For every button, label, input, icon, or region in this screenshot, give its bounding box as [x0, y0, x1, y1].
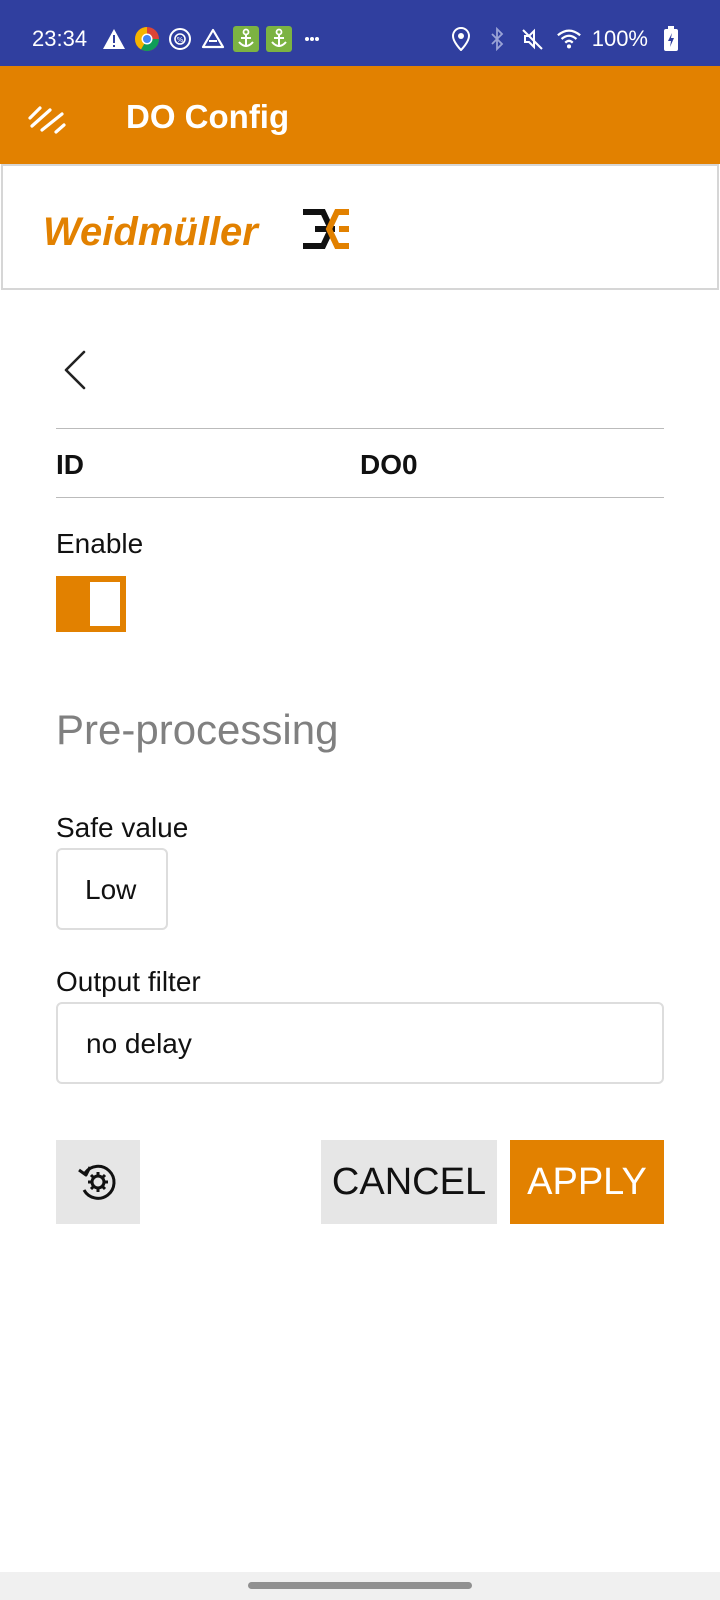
status-time: 23:34 — [32, 26, 88, 51]
anchor-icon — [233, 26, 259, 52]
back-button[interactable] — [56, 348, 96, 392]
enable-label: Enable — [56, 528, 144, 559]
section-title-preprocessing: Pre-processing — [56, 706, 339, 753]
status-bar: 23:34 % 100% — [0, 0, 720, 66]
svg-text:%: % — [177, 36, 184, 44]
drive-icon — [200, 26, 226, 52]
safe-value-select[interactable]: Low — [56, 848, 168, 930]
id-value: DO0 — [360, 449, 418, 480]
mute-icon — [520, 26, 546, 52]
enable-toggle[interactable] — [56, 576, 126, 632]
apply-button[interactable]: APPLY — [510, 1140, 664, 1224]
toggle-knob — [90, 582, 120, 626]
status-system-icons: 100% — [448, 24, 684, 54]
vpn-icon: % — [167, 26, 193, 52]
output-filter-label: Output filter — [56, 966, 201, 997]
id-label: ID — [56, 449, 84, 480]
app-bar: DO Config — [0, 66, 720, 164]
weidmuller-logo-mark-icon — [301, 206, 351, 252]
home-gesture-handle[interactable] — [248, 1582, 472, 1589]
id-row: ID DO0 — [56, 428, 664, 498]
brand-header: Weidmüller — [1, 164, 719, 290]
reset-settings-button[interactable] — [56, 1140, 140, 1224]
safe-value-label: Safe value — [56, 812, 189, 843]
output-filter-selected: no delay — [86, 1028, 192, 1059]
wifi-icon — [556, 26, 582, 52]
alert-icon — [101, 26, 127, 52]
more-icon — [299, 26, 325, 52]
location-icon — [448, 26, 474, 52]
system-nav-bar — [0, 1572, 720, 1600]
chrome-icon — [134, 26, 160, 52]
safe-value-selected: Low — [85, 874, 137, 905]
battery-percent: 100% — [591, 26, 648, 51]
battery-icon — [658, 26, 684, 52]
bluetooth-icon — [484, 26, 510, 52]
page-title: DO Config — [126, 98, 290, 135]
brand-logo-text: Weidmüller — [43, 210, 258, 254]
output-filter-select[interactable]: no delay — [56, 1002, 664, 1084]
status-notification-icons: % — [101, 24, 325, 54]
cancel-button[interactable]: CANCEL — [321, 1140, 497, 1224]
reset-settings-icon — [78, 1164, 116, 1200]
menu-icon[interactable] — [26, 92, 72, 138]
anchor-icon — [266, 26, 292, 52]
